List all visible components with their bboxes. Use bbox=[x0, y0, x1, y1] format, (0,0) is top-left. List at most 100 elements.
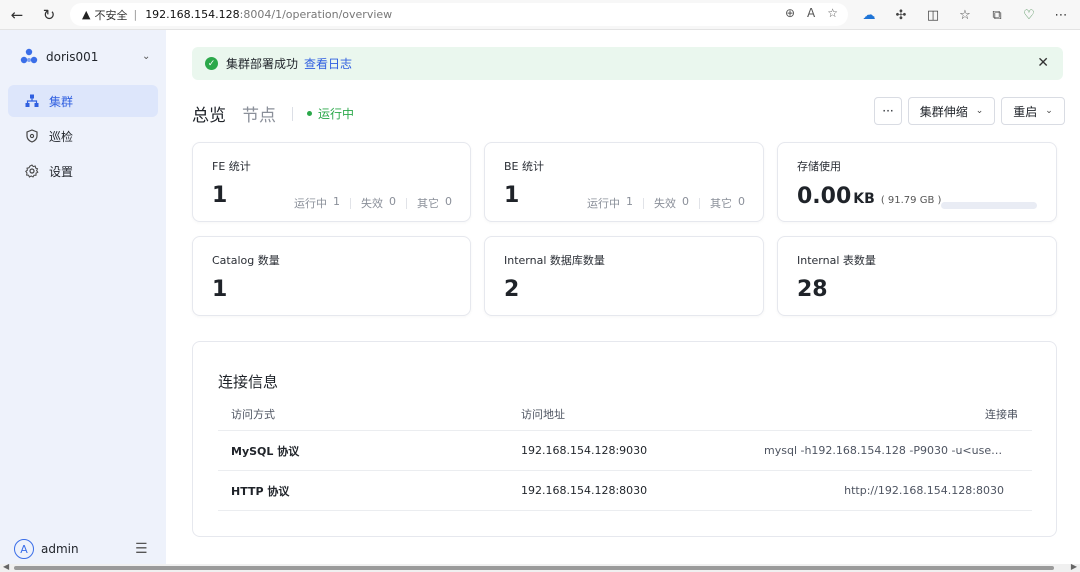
section-title: 连接信息 bbox=[218, 373, 279, 391]
storage-value: 0.00 KB ( 91.79 GB ) bbox=[797, 184, 941, 209]
storage-progress-bar bbox=[941, 202, 1037, 209]
table-row: MySQL 协议 192.168.154.128:9030 mysql -h19… bbox=[218, 431, 1032, 471]
more-icon: ··· bbox=[882, 104, 894, 118]
check-circle-icon: ✓ bbox=[205, 57, 218, 70]
collapse-sidebar-icon[interactable]: ☰ bbox=[135, 541, 148, 557]
extensions-puzzle-icon[interactable]: ✣ bbox=[890, 4, 912, 26]
main-content: ✓ 集群部署成功 查看日志 ✕ 总览 节点 运行中 ··· 集群伸缩 ⌄ 重启 … bbox=[166, 30, 1080, 564]
internal-table-card: Internal 表数量 28 bbox=[777, 236, 1057, 316]
card-label: 存储使用 bbox=[797, 160, 841, 173]
card-value: 2 bbox=[504, 277, 520, 302]
tab-overview[interactable]: 总览 bbox=[192, 101, 226, 126]
browser-essentials-icon[interactable]: ♡ bbox=[1018, 4, 1040, 26]
gear-icon bbox=[24, 163, 40, 179]
favorite-star-icon[interactable]: ☆ bbox=[827, 6, 838, 20]
other-label: 其它 bbox=[417, 197, 439, 210]
url-path: :8004/1/operation/overview bbox=[239, 8, 393, 21]
connection-string[interactable]: http://192.168.154.128:8030 bbox=[844, 484, 1004, 497]
restart-label: 重启 bbox=[1013, 104, 1038, 119]
sidebar: doris001 ⌄ 集群 巡检 设置 A admin ☰ bbox=[0, 30, 166, 564]
card-value: 1 bbox=[504, 183, 520, 208]
status-dot-icon bbox=[307, 111, 312, 116]
connection-table: 访问方式 访问地址 连接串 MySQL 协议 192.168.154.128:9… bbox=[218, 398, 1032, 511]
other-count: 0 bbox=[445, 195, 452, 208]
more-actions-button[interactable]: ··· bbox=[874, 97, 902, 125]
split-screen-icon[interactable]: ◫ bbox=[922, 4, 944, 26]
success-alert: ✓ 集群部署成功 查看日志 ✕ bbox=[192, 47, 1063, 80]
back-icon[interactable]: ← bbox=[4, 2, 30, 28]
cluster-scale-button[interactable]: 集群伸缩 ⌄ bbox=[908, 97, 995, 125]
doris-logo-icon bbox=[20, 48, 38, 66]
scroll-right-icon[interactable]: ▶ bbox=[1071, 562, 1077, 571]
chevron-down-icon[interactable]: ⌄ bbox=[142, 51, 150, 62]
shield-icon bbox=[24, 128, 40, 144]
table-row: HTTP 协议 192.168.154.128:8030 http://192.… bbox=[218, 471, 1032, 511]
sidebar-item-label: 集群 bbox=[49, 94, 74, 109]
sidebar-item-cluster[interactable]: 集群 bbox=[8, 85, 158, 117]
horizontal-scrollbar[interactable]: ◀ ▶ bbox=[0, 562, 1080, 572]
failed-count: 0 bbox=[389, 195, 396, 208]
other-count: 0 bbox=[738, 195, 745, 208]
read-aloud-icon[interactable]: A bbox=[807, 6, 815, 20]
favorites-icon[interactable]: ☆ bbox=[954, 4, 976, 26]
card-value: 1 bbox=[212, 277, 228, 302]
tab-divider bbox=[292, 106, 293, 121]
status-text: 运行中 bbox=[318, 107, 355, 121]
column-header: 访问方式 bbox=[231, 408, 275, 421]
column-header: 连接串 bbox=[985, 408, 1018, 421]
user-menu[interactable]: A admin bbox=[14, 539, 79, 559]
user-name: admin bbox=[41, 542, 79, 556]
table-header: 访问方式 访问地址 连接串 bbox=[218, 398, 1032, 431]
running-count: 1 bbox=[626, 195, 633, 208]
failed-count: 0 bbox=[682, 195, 689, 208]
card-label: Internal 数据库数量 bbox=[504, 254, 605, 267]
view-log-link[interactable]: 查看日志 bbox=[304, 55, 352, 72]
zoom-icon[interactable]: ⊕ bbox=[785, 6, 795, 20]
card-label: FE 统计 bbox=[212, 160, 251, 173]
collections-icon[interactable]: ⧉ bbox=[986, 4, 1008, 26]
restart-button[interactable]: 重启 ⌄ bbox=[1001, 97, 1065, 125]
cluster-icon bbox=[24, 93, 40, 109]
status-badge: 运行中 bbox=[307, 105, 354, 122]
card-label: Internal 表数量 bbox=[797, 254, 876, 267]
column-header: 访问地址 bbox=[521, 408, 565, 421]
catalog-card: Catalog 数量 1 bbox=[192, 236, 471, 316]
sidebar-item-inspection[interactable]: 巡检 bbox=[8, 120, 158, 152]
url-host: 192.168.154.128 bbox=[145, 8, 240, 21]
scroll-left-icon[interactable]: ◀ bbox=[3, 562, 9, 571]
connection-string[interactable]: mysql -h192.168.154.128 -P9030 -u<user_n… bbox=[764, 444, 1004, 457]
sidebar-item-settings[interactable]: 设置 bbox=[8, 155, 158, 187]
storage-unit: KB bbox=[853, 191, 875, 207]
scrollbar-thumb[interactable] bbox=[14, 566, 1054, 570]
avatar: A bbox=[14, 539, 34, 559]
access-address[interactable]: 192.168.154.128:8030 bbox=[521, 484, 647, 497]
warning-icon: ▲ bbox=[82, 8, 91, 21]
more-menu-icon[interactable]: ⋯ bbox=[1050, 4, 1072, 26]
cluster-switcher[interactable]: doris001 bbox=[20, 48, 98, 66]
address-separator: | bbox=[133, 8, 138, 21]
internal-db-card: Internal 数据库数量 2 bbox=[484, 236, 764, 316]
storage-used: 0.00 bbox=[797, 184, 852, 209]
card-value: 1 bbox=[212, 183, 228, 208]
other-label: 其它 bbox=[710, 197, 732, 210]
fe-status-breakdown: 运行中 1 失效 0 其它 0 bbox=[294, 195, 452, 211]
tab-nodes[interactable]: 节点 bbox=[242, 101, 276, 126]
access-method: HTTP 协议 bbox=[231, 484, 290, 498]
access-address[interactable]: 192.168.154.128:9030 bbox=[521, 444, 647, 457]
card-label: BE 统计 bbox=[504, 160, 544, 173]
storage-total: ( 91.79 GB ) bbox=[880, 195, 942, 206]
close-icon[interactable]: ✕ bbox=[1037, 55, 1049, 71]
running-label: 运行中 bbox=[587, 197, 620, 210]
be-stats-card: BE 统计 1 运行中 1 失效 0 其它 0 bbox=[484, 142, 764, 222]
card-label: Catalog 数量 bbox=[212, 254, 280, 267]
failed-label: 失效 bbox=[361, 197, 383, 210]
insecure-label: 不安全 bbox=[94, 8, 128, 22]
address-bar[interactable]: ▲ 不安全 | 192.168.154.128:8004/1/operation… bbox=[70, 3, 848, 26]
extension-cloud-icon[interactable]: ☁ bbox=[858, 4, 880, 26]
running-label: 运行中 bbox=[294, 197, 327, 210]
reload-icon[interactable]: ↻ bbox=[36, 2, 62, 28]
cluster-scale-label: 集群伸缩 bbox=[919, 104, 968, 119]
cluster-name: doris001 bbox=[46, 50, 99, 64]
sidebar-item-label: 设置 bbox=[49, 164, 74, 179]
be-status-breakdown: 运行中 1 失效 0 其它 0 bbox=[587, 195, 745, 211]
